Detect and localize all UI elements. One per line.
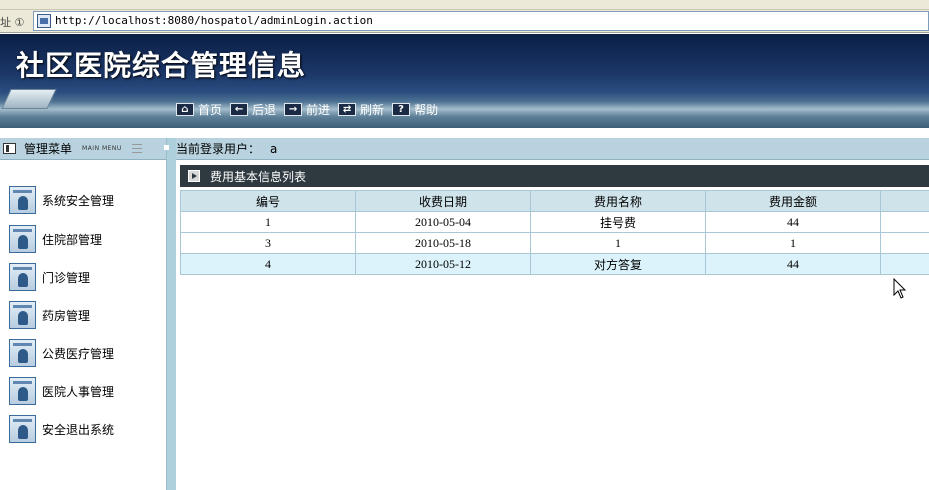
nav-home[interactable]: ⌂ 首页 (176, 101, 222, 118)
sidebar-item-inpatient[interactable]: 住院部管理 (9, 225, 102, 253)
user-window-icon (9, 186, 36, 214)
cell-date: 2010-05-18 (355, 232, 531, 254)
nav-forward[interactable]: → 前进 (284, 101, 330, 118)
user-window-icon (9, 225, 36, 253)
sidebar-item-logout[interactable]: 安全退出系统 (9, 415, 114, 443)
address-input[interactable]: http://localhost:8080/hospatol/adminLogi… (33, 11, 929, 31)
cell-name: 对方答复 (530, 253, 706, 275)
cell-amount: 44 (705, 211, 881, 233)
address-url[interactable]: http://localhost:8080/hospatol/adminLogi… (55, 14, 373, 27)
sidebar-item-outpatient[interactable]: 门诊管理 (9, 263, 90, 291)
user-window-icon (9, 301, 36, 329)
cell-extra (880, 253, 929, 275)
address-bar: 址 ① http://localhost:8080/hospatol/admin… (0, 10, 929, 33)
user-window-icon (9, 377, 36, 405)
sidebar-item-label[interactable]: 公费医疗管理 (42, 345, 114, 362)
list-title-bar: 费用基本信息列表 (180, 165, 929, 187)
sidebar-item-label[interactable]: 医院人事管理 (42, 383, 114, 400)
address-label: 址 ① (0, 16, 25, 29)
sidebar-item-label[interactable]: 安全退出系统 (42, 421, 114, 438)
nav-help-label[interactable]: 帮助 (414, 101, 438, 118)
sidebar-item-label[interactable]: 系统安全管理 (42, 192, 114, 209)
forward-arrow-icon: → (284, 102, 303, 116)
browser-toolbar (0, 0, 929, 10)
play-icon (188, 170, 200, 182)
column-header-id: 编号 (180, 190, 356, 212)
refresh-icon: ⇄ (338, 102, 357, 116)
sidebar-menu: 系统安全管理 住院部管理 门诊管理 药房管理 公费医疗管理 医院人事管理 安全退… (0, 160, 166, 490)
home-icon: ⌂ (176, 102, 194, 116)
sidebar-title: 管理菜单 (24, 142, 73, 156)
list-title: 费用基本信息列表 (210, 169, 307, 184)
nav-help[interactable]: ? 帮助 (392, 101, 438, 118)
user-window-icon (9, 339, 36, 367)
cell-id: 3 (180, 232, 356, 254)
back-arrow-icon: ← (230, 102, 249, 116)
top-nav: ⌂ 首页 ← 后退 → 前进 ⇄ 刷新 ? 帮助 (176, 100, 438, 118)
fee-table: 编号 收费日期 费用名称 费用金额 1 2010-05-04 挂号费 44 3 … (180, 190, 929, 275)
table-row[interactable]: 1 2010-05-04 挂号费 44 (180, 211, 929, 233)
sidebar-item-personnel[interactable]: 医院人事管理 (9, 377, 114, 405)
sidebar-item-label[interactable]: 住院部管理 (42, 231, 102, 248)
cell-id: 1 (180, 211, 356, 233)
nav-back[interactable]: ← 后退 (230, 101, 276, 118)
nav-refresh[interactable]: ⇄ 刷新 (338, 101, 384, 118)
sidebar-item-pharmacy[interactable]: 药房管理 (9, 301, 90, 329)
cell-extra (880, 232, 929, 254)
table-row[interactable]: 3 2010-05-18 1 1 (180, 232, 929, 254)
table-header-row: 编号 收费日期 费用名称 费用金额 (180, 190, 929, 212)
table-row[interactable]: 4 2010-05-12 对方答复 44 (180, 253, 929, 275)
help-icon: ? (392, 102, 411, 116)
panel-splitter[interactable] (166, 138, 176, 490)
sidebar-item-public-medical[interactable]: 公费医疗管理 (9, 339, 114, 367)
column-header-amount: 费用金额 (705, 190, 881, 212)
column-header-extra (880, 190, 929, 212)
page-icon (37, 14, 51, 28)
cell-extra (880, 211, 929, 233)
nav-back-label[interactable]: 后退 (252, 101, 276, 118)
monitor-icon (1, 89, 57, 109)
nav-refresh-label[interactable]: 刷新 (360, 101, 384, 118)
app-title: 社区医院综合管理信息 (16, 49, 307, 82)
sidebar-subtitle: MAIN MENU (82, 145, 122, 152)
current-user-label: 当前登录用户： (176, 142, 261, 156)
sidebar-item-label[interactable]: 门诊管理 (42, 269, 90, 286)
cell-date: 2010-05-04 (355, 211, 531, 233)
cell-name: 1 (530, 232, 706, 254)
nav-forward-label[interactable]: 前进 (306, 101, 330, 118)
bullet-icon (164, 145, 169, 150)
user-window-icon (9, 263, 36, 291)
column-header-name: 费用名称 (530, 190, 706, 212)
panel-icon (3, 143, 16, 154)
cell-name: 挂号费 (530, 211, 706, 233)
cell-amount: 44 (705, 253, 881, 275)
header-banner: 社区医院综合管理信息 ⌂ 首页 ← 后退 → 前进 ⇄ 刷新 ? 帮助 (0, 34, 929, 128)
nav-home-label[interactable]: 首页 (198, 101, 222, 118)
cell-date: 2010-05-12 (355, 253, 531, 275)
sidebar-item-label[interactable]: 药房管理 (42, 307, 90, 324)
sidebar-item-system-security[interactable]: 系统安全管理 (9, 186, 114, 214)
current-user-bar: 当前登录用户： a (164, 138, 929, 160)
current-user-value: a (270, 141, 278, 156)
user-window-icon (9, 415, 36, 443)
cell-amount: 1 (705, 232, 881, 254)
sidebar-header: 管理菜单 MAIN MENU (0, 138, 166, 160)
column-header-date: 收费日期 (355, 190, 531, 212)
menu-lines-icon (131, 144, 142, 153)
cell-id: 4 (180, 253, 356, 275)
